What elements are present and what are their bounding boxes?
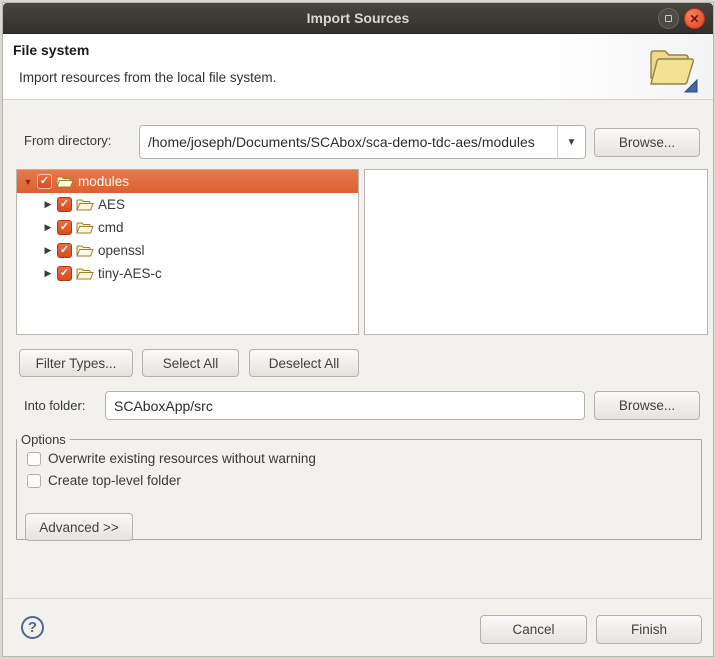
check-icon: ✓ (60, 222, 69, 233)
collapse-arrow-icon[interactable]: ▶ (41, 268, 55, 279)
browse-directory-button[interactable]: Browse... (594, 128, 700, 157)
check-icon: ✓ (40, 176, 49, 187)
open-folder-icon (645, 40, 699, 94)
options-group: Options Overwrite existing resources wit… (16, 432, 702, 540)
finish-button-label: Finish (631, 622, 667, 637)
tree-row-modules[interactable]: ▼ ✓ modules (17, 170, 358, 193)
page-subtitle: Import resources from the local file sys… (19, 70, 276, 85)
tree-row-cmd[interactable]: ▶ ✓ cmd (17, 216, 358, 239)
dialog-header: File system Import resources from the lo… (3, 34, 713, 100)
select-all-button[interactable]: Select All (142, 349, 239, 377)
deselect-all-button[interactable]: Deselect All (249, 349, 359, 377)
advanced-button-label: Advanced >> (39, 520, 119, 535)
checkbox-checked-icon[interactable]: ✓ (37, 174, 52, 189)
collapse-arrow-icon[interactable]: ▶ (41, 245, 55, 256)
collapse-arrow-icon[interactable]: ▶ (41, 222, 55, 233)
from-directory-label: From directory: (24, 133, 111, 148)
tree-row-openssl[interactable]: ▶ ✓ openssl (17, 239, 358, 262)
overwrite-option-label: Overwrite existing resources without war… (48, 451, 316, 466)
folder-icon (56, 175, 74, 189)
from-directory-input[interactable] (140, 126, 557, 158)
source-tree: ▼ ✓ modules ▶ ✓ AES ▶ ✓ cmd (16, 169, 359, 335)
tree-row-aes[interactable]: ▶ ✓ AES (17, 193, 358, 216)
cancel-button[interactable]: Cancel (480, 615, 587, 644)
tree-item-label: cmd (98, 220, 124, 235)
check-icon: ✓ (60, 268, 69, 279)
checkbox-checked-icon[interactable]: ✓ (57, 243, 72, 258)
create-top-level-option[interactable]: Create top-level folder (27, 473, 701, 488)
checkbox-checked-icon[interactable]: ✓ (57, 197, 72, 212)
import-sources-dialog: Import Sources ✕ File system Import reso… (0, 0, 716, 659)
checkbox-checked-icon[interactable]: ✓ (57, 220, 72, 235)
filter-types-label: Filter Types... (36, 356, 117, 371)
tree-item-label: modules (78, 174, 129, 189)
collapse-arrow-icon[interactable]: ▶ (41, 199, 55, 210)
browse-directory-label: Browse... (619, 135, 675, 150)
help-icon: ? (28, 619, 37, 636)
into-folder-label: Into folder: (24, 398, 85, 413)
finish-button[interactable]: Finish (596, 615, 702, 644)
folder-icon (76, 267, 94, 281)
select-all-label: Select All (163, 356, 219, 371)
checkbox-checked-icon[interactable]: ✓ (57, 266, 72, 281)
tree-item-label: openssl (98, 243, 145, 258)
tree-item-label: AES (98, 197, 125, 212)
titlebar-buttons: ✕ (658, 3, 705, 34)
close-icon: ✕ (689, 13, 699, 25)
filter-types-button[interactable]: Filter Types... (19, 349, 133, 377)
tree-row-tiny-aes-c[interactable]: ▶ ✓ tiny-AES-c (17, 262, 358, 285)
cancel-button-label: Cancel (512, 622, 554, 637)
browse-folder-button[interactable]: Browse... (594, 391, 700, 420)
maximize-button[interactable] (658, 8, 679, 29)
from-directory-combo: ▼ (139, 125, 586, 159)
checkbox-unchecked-icon[interactable] (27, 474, 41, 488)
checkbox-unchecked-icon[interactable] (27, 452, 41, 466)
overwrite-option[interactable]: Overwrite existing resources without war… (27, 451, 701, 466)
titlebar[interactable]: Import Sources ✕ (3, 3, 713, 34)
from-directory-dropdown-button[interactable]: ▼ (557, 126, 585, 158)
browse-folder-label: Browse... (619, 398, 675, 413)
folder-icon (76, 244, 94, 258)
window-title: Import Sources (307, 10, 410, 26)
chevron-down-icon: ▼ (567, 137, 577, 148)
create-top-level-option-label: Create top-level folder (48, 473, 181, 488)
into-folder-input[interactable] (105, 391, 585, 420)
close-button[interactable]: ✕ (684, 8, 705, 29)
check-icon: ✓ (60, 245, 69, 256)
help-button[interactable]: ? (21, 616, 44, 639)
options-group-title: Options (17, 432, 70, 447)
tree-item-label: tiny-AES-c (98, 266, 162, 281)
folder-icon (76, 221, 94, 235)
check-icon: ✓ (60, 199, 69, 210)
deselect-all-label: Deselect All (269, 356, 340, 371)
footer-divider (4, 598, 712, 599)
advanced-button[interactable]: Advanced >> (25, 513, 133, 541)
folder-icon (76, 198, 94, 212)
page-title: File system (13, 42, 89, 58)
expand-arrow-icon[interactable]: ▼ (21, 177, 35, 187)
file-list-panel (364, 169, 708, 335)
maximize-icon (665, 15, 672, 22)
